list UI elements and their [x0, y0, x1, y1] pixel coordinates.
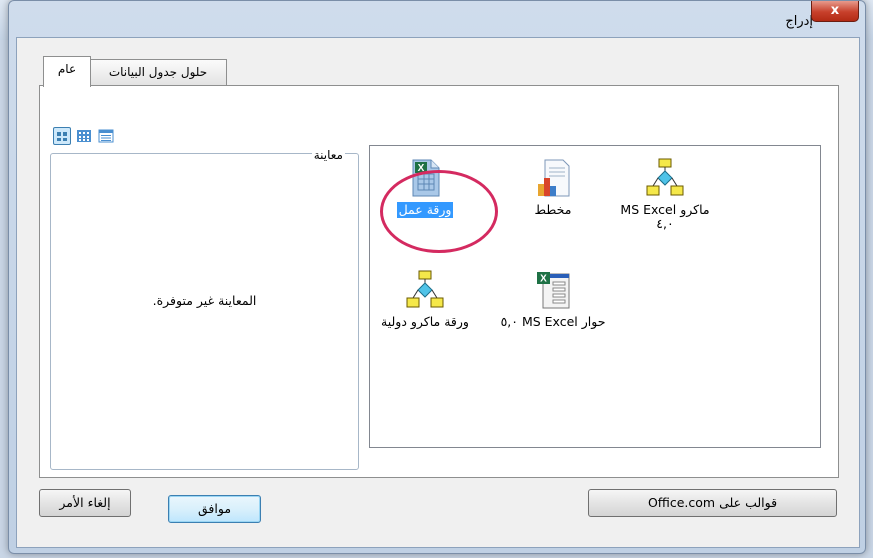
- tab-panel-general: معاينة المعاينة غير متوفرة. X ورقة عمل م…: [39, 85, 839, 478]
- large-icons-view-icon: [57, 132, 67, 141]
- svg-text:X: X: [540, 274, 547, 285]
- list-item-label: حوار MS Excel ٥,٠: [500, 314, 606, 329]
- list-item-label: ماكرو MS Excel ٤,٠: [620, 202, 710, 231]
- close-icon: x: [830, 3, 840, 18]
- preview-unavailable-message: المعاينة غير متوفرة.: [152, 293, 257, 308]
- close-button[interactable]: x: [811, 1, 859, 22]
- tab-spreadsheet-solutions[interactable]: حلول جدول البيانات: [89, 59, 227, 85]
- list-view-button[interactable]: [75, 127, 93, 145]
- tab-general[interactable]: عام: [43, 56, 91, 87]
- list-item-label: مخطط: [534, 202, 572, 217]
- dialog-sheet-icon: X: [537, 272, 570, 309]
- ok-button[interactable]: موافق: [168, 495, 261, 523]
- insert-dialog: إدراج x عام حلول جدول البيانات معاينة ال…: [8, 0, 866, 554]
- tab-spreadsheet-solutions-label: حلول جدول البيانات: [108, 65, 208, 79]
- cancel-button[interactable]: إلغاء الأمر: [39, 489, 131, 517]
- list-item-label: ورقة ماكرو دولية: [381, 314, 469, 329]
- chart-icon: [538, 159, 570, 197]
- list-view-icon: [77, 130, 91, 142]
- large-icons-view-button[interactable]: [53, 127, 71, 145]
- details-view-button[interactable]: [97, 127, 115, 145]
- list-item-macro-ms-excel-4[interactable]: ماكرو MS Excel ٤,٠: [610, 158, 720, 232]
- dialog-client-area: عام حلول جدول البيانات معاينة المعاينة غ…: [16, 37, 860, 548]
- title-bar: إدراج x: [9, 1, 865, 37]
- tab-general-label: عام: [57, 62, 77, 76]
- list-item-international-macro-sheet[interactable]: ورقة ماكرو دولية: [370, 270, 480, 330]
- office-templates-button[interactable]: قوالب على Office.com: [588, 489, 837, 517]
- details-view-icon: [98, 129, 114, 143]
- dialog-title: إدراج: [785, 14, 813, 29]
- preview-label: معاينة: [311, 148, 345, 162]
- highlight-circle-annotation: [380, 170, 498, 253]
- list-item-chart[interactable]: مخطط: [498, 158, 608, 218]
- list-item-dialog-ms-excel-5[interactable]: X حوار MS Excel ٥,٠: [498, 270, 608, 330]
- intl-macro-sheet-icon: [406, 270, 444, 308]
- macro-sheet-icon: [646, 158, 684, 196]
- preview-pane: معاينة المعاينة غير متوفرة.: [50, 148, 359, 470]
